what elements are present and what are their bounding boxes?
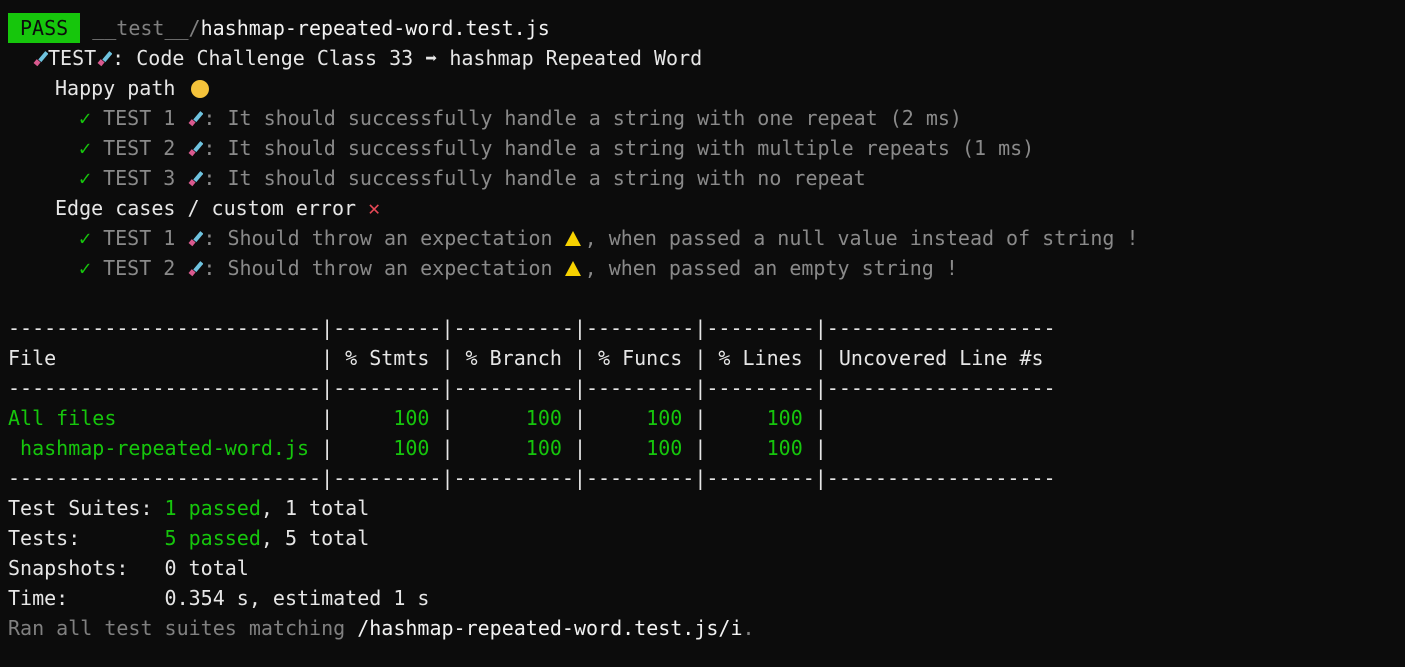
coverage-file: All files <box>8 406 322 430</box>
result-header: PASS __test__/hashmap-repeated-word.test… <box>0 13 1405 43</box>
coverage-header: File | % Stmts | % Branch | % Funcs | % … <box>8 346 1056 370</box>
test-tube-icon <box>188 111 204 127</box>
test-label: TEST 3 <box>103 166 176 190</box>
summary-label: Time: <box>8 586 165 610</box>
test-description: : Should throw an expectation <box>203 226 565 250</box>
test-tube-icon <box>97 51 113 67</box>
summary-total: , 5 total <box>260 526 370 550</box>
coverage-row-all-files: All files | 100 | 100 | 100 | 100 | <box>8 406 839 430</box>
cross-mark-icon: ✕ <box>368 196 381 220</box>
coverage-separator: --------------------------|---------|---… <box>8 466 1056 490</box>
coverage-stmts: 100 <box>345 406 430 430</box>
test-case: ✓ TEST 1 : It should successfully handle… <box>0 103 1405 133</box>
test-tube-icon <box>188 231 204 247</box>
summary-snapshots: Snapshots: 0 total <box>0 553 1405 583</box>
group-name: Happy path <box>55 76 176 100</box>
coverage-branch: 100 <box>465 436 562 460</box>
test-case: ✓ TEST 2 : Should throw an expectation ,… <box>0 253 1405 283</box>
test-case: ✓ TEST 2 : It should successfully handle… <box>0 133 1405 163</box>
group-name: Edge cases / custom error <box>55 196 357 220</box>
suite-title: TEST : Code Challenge Class 33 ➡ hashmap … <box>0 43 1405 73</box>
coverage-funcs: 100 <box>598 406 683 430</box>
ran-pattern: /hashmap-repeated-word.test.js/i <box>357 616 743 640</box>
warning-icon <box>564 261 581 276</box>
pass-badge: PASS <box>8 13 81 43</box>
test-label: TEST 1 <box>103 226 176 250</box>
coverage-file: hashmap-repeated-word.js <box>8 436 322 460</box>
test-description: : It should successfully handle a string… <box>203 136 1035 160</box>
summary-label: Test Suites: <box>8 496 165 520</box>
summary-ran: Ran all test suites matching /hashmap-re… <box>0 613 1405 643</box>
checkmark-icon: ✓ <box>79 166 92 190</box>
coverage-stmts: 100 <box>345 436 430 460</box>
test-description: : Should throw an expectation <box>203 256 565 280</box>
summary-time: Time: 0.354 s, estimated 1 s <box>0 583 1405 613</box>
describe-group-edge-cases: Edge cases / custom error ✕ <box>0 193 1405 223</box>
coverage-funcs: 100 <box>598 436 683 460</box>
test-path-prefix: __test__/ <box>92 16 201 40</box>
warning-icon <box>564 231 581 246</box>
grinning-face-icon <box>191 80 210 98</box>
coverage-separator: --------------------------|---------|---… <box>8 316 1056 340</box>
checkmark-icon: ✓ <box>79 106 92 130</box>
test-case: ✓ TEST 1 : Should throw an expectation ,… <box>0 223 1405 253</box>
summary-label: Snapshots: <box>8 556 165 580</box>
test-description: : It should successfully handle a string… <box>203 166 866 190</box>
test-file-name: hashmap-repeated-word.test.js <box>200 16 550 40</box>
summary-value: 0 total <box>164 556 249 580</box>
summary-test-suites: Test Suites: 1 passed, 1 total <box>0 493 1405 523</box>
test-tube-icon <box>188 261 204 277</box>
summary-label: Tests: <box>8 526 165 550</box>
coverage-separator: --------------------------|---------|---… <box>8 376 1056 400</box>
summary-passed: 5 passed <box>164 526 261 550</box>
ran-suffix: . <box>742 616 755 640</box>
coverage-lines: 100 <box>718 436 803 460</box>
describe-group-happy-path: Happy path <box>0 73 1405 103</box>
summary-total: , 1 total <box>260 496 370 520</box>
terminal-window: PASS __test__/hashmap-repeated-word.test… <box>0 0 1405 667</box>
coverage-row-file: hashmap-repeated-word.js | 100 | 100 | 1… <box>8 436 839 460</box>
checkmark-icon: ✓ <box>79 136 92 160</box>
test-case: ✓ TEST 3 : It should successfully handle… <box>0 163 1405 193</box>
suite-name: : Code Challenge Class 33 ➡ hashmap Repe… <box>112 46 703 70</box>
ran-prefix: Ran all test suites matching <box>8 616 358 640</box>
test-tube-icon <box>188 141 204 157</box>
test-description-tail: , when passed an empty string ! <box>584 256 958 280</box>
test-label: TEST 2 <box>103 136 176 160</box>
coverage-branch: 100 <box>465 406 562 430</box>
checkmark-icon: ✓ <box>79 256 92 280</box>
summary-value: 0.354 s, estimated 1 s <box>164 586 430 610</box>
test-description-tail: , when passed a null value instead of st… <box>584 226 1139 250</box>
summary-passed: 1 passed <box>164 496 261 520</box>
test-tube-icon <box>188 171 204 187</box>
test-tube-icon <box>33 51 48 67</box>
checkmark-icon: ✓ <box>79 226 92 250</box>
coverage-lines: 100 <box>718 406 803 430</box>
summary-tests: Tests: 5 passed, 5 total <box>0 523 1405 553</box>
test-label: TEST 2 <box>103 256 176 280</box>
test-description: : It should successfully handle a string… <box>203 106 962 130</box>
test-label: TEST 1 <box>103 106 176 130</box>
suite-label: TEST <box>48 46 97 70</box>
